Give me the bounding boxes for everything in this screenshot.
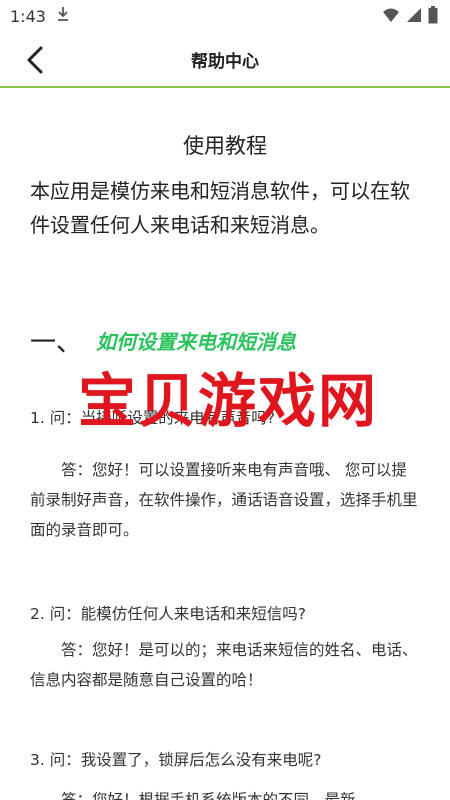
section-number: 一、 <box>30 328 83 358</box>
back-arrow-icon <box>27 46 43 74</box>
answer-3: 答：您好！根据手机系统版本的不同，最新 <box>61 791 356 800</box>
section-heading: 一、 如何设置来电和短消息 <box>30 322 420 359</box>
wifi-icon <box>382 7 400 27</box>
answer-1: 答：您好！可以设置接听来电有声音哦、 您可以提前录制好声音，在软件操作，通话语音… <box>30 461 418 539</box>
intro-text: 本应用是模仿来电和短消息软件，可以在软件设置任何人来电话和来短消息。 <box>30 179 410 237</box>
app-bar: 帮助中心 <box>0 32 450 88</box>
page-title: 帮助中心 <box>191 51 259 72</box>
back-button[interactable] <box>18 42 52 78</box>
signal-icon <box>406 7 422 27</box>
status-icons <box>382 6 438 28</box>
help-content[interactable]: 使用教程 本应用是模仿来电和短消息软件，可以在软件设置任何人来电话和来短消息。 … <box>0 90 450 800</box>
section-title: 如何设置来电和短消息 <box>96 330 297 354</box>
answer-2: 答：您好！是可以的；来电话来短信的姓名、电话、信息内容都是随意自己设置的哈！ <box>30 641 418 689</box>
question-3: 3. 问：我设置了，锁屏后怎么没有来电呢? <box>30 751 322 769</box>
battery-icon <box>428 6 438 28</box>
status-time: 1:43 <box>10 6 46 26</box>
status-bar: 1:43 <box>0 0 450 32</box>
question-2: 2. 问：能模仿任何人来电话和来短信吗? <box>30 605 306 623</box>
download-icon <box>56 6 70 26</box>
question-1: 1. 问：当接听设置的来电有声音吗? <box>30 409 275 427</box>
tutorial-title: 使用教程 <box>183 134 267 158</box>
